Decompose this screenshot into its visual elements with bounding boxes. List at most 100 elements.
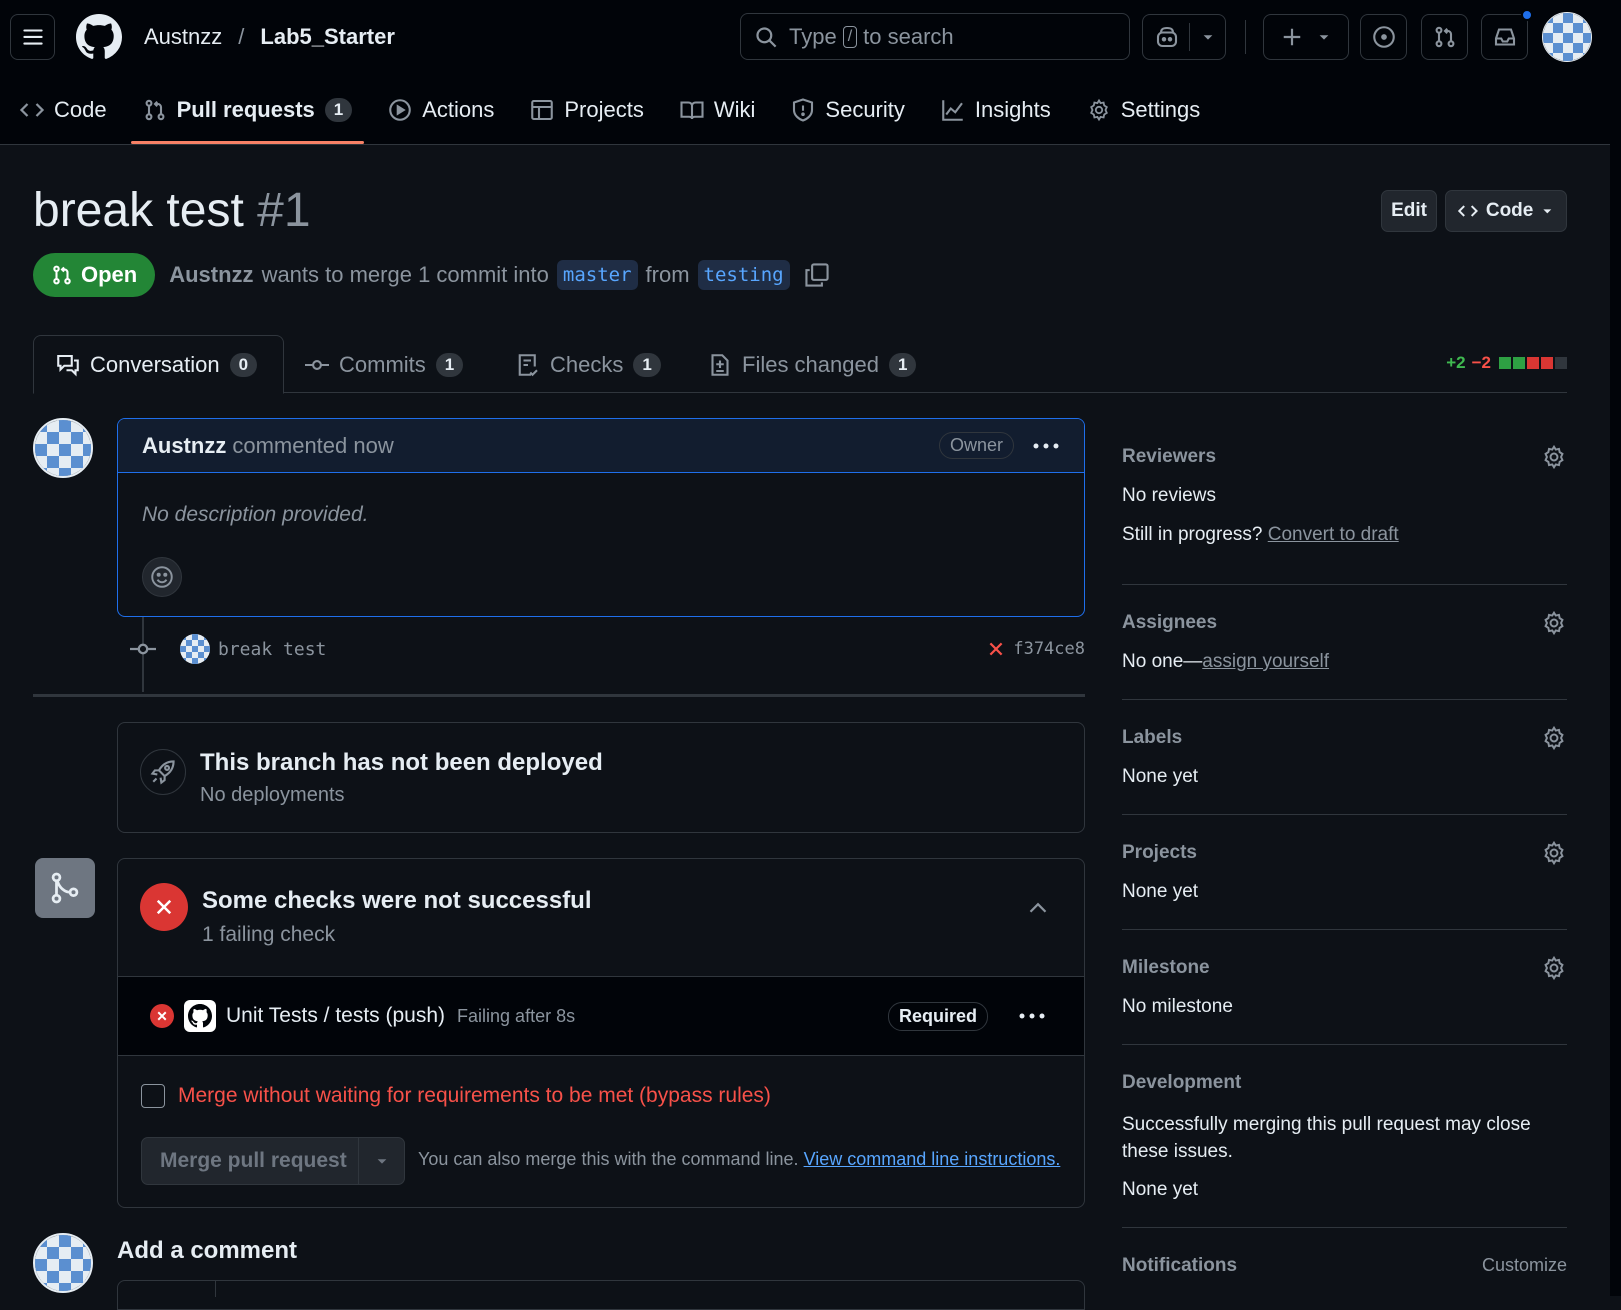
sidebar-notifications: Notifications Customize xyxy=(1122,1228,1567,1288)
tab-files-changed[interactable]: Files changed 1 xyxy=(708,335,917,394)
nav-settings[interactable]: Settings xyxy=(1087,88,1200,132)
bypass-rules-checkbox[interactable] xyxy=(141,1084,165,1108)
create-new-button[interactable] xyxy=(1263,14,1349,60)
edit-button[interactable]: Edit xyxy=(1381,190,1437,232)
tab-commits-count: 1 xyxy=(435,352,464,377)
current-user-avatar[interactable] xyxy=(33,1233,93,1293)
tab-conversation-label: Conversation xyxy=(90,351,220,377)
deployment-title: This branch has not been deployed xyxy=(200,749,603,776)
play-icon xyxy=(389,99,412,121)
nav-insights[interactable]: Insights xyxy=(941,88,1051,132)
pull-request-icon xyxy=(1435,26,1454,48)
chevron-up-icon[interactable] xyxy=(1028,901,1048,915)
gear-icon[interactable] xyxy=(1541,610,1567,636)
pull-requests-button[interactable] xyxy=(1421,14,1468,60)
copy-icon[interactable] xyxy=(804,262,830,288)
comment-editor[interactable] xyxy=(117,1280,1085,1310)
sidebar-labels-title[interactable]: Labels xyxy=(1122,727,1182,749)
merge-method-dropdown[interactable] xyxy=(358,1138,404,1184)
nav-actions[interactable]: Actions xyxy=(388,88,494,132)
nav-pull-requests-count: 1 xyxy=(324,98,353,122)
code-button[interactable]: Code xyxy=(1445,190,1567,232)
add-comment-title: Add a comment xyxy=(117,1237,298,1264)
user-avatar[interactable] xyxy=(1542,12,1592,62)
edit-button-label: Edit xyxy=(1391,200,1427,221)
gear-icon[interactable] xyxy=(1541,955,1567,981)
check-item-name[interactable]: Unit Tests / tests (push) xyxy=(226,1004,445,1028)
sidebar-milestone-title[interactable]: Milestone xyxy=(1122,957,1210,979)
chevron-down-icon xyxy=(1543,209,1552,214)
x-icon[interactable] xyxy=(987,640,1005,658)
tab-conversation[interactable]: Conversation 0 xyxy=(33,335,285,394)
sidebar-assignees: Assignees No one—assign yourself xyxy=(1122,585,1567,700)
inbox-icon xyxy=(1494,28,1515,46)
comment-header: Austnzz commented now Owner xyxy=(118,419,1084,473)
breadcrumb-owner[interactable]: Austnzz xyxy=(144,24,222,50)
comment-author-avatar[interactable] xyxy=(33,418,93,478)
tab-checks[interactable]: Checks 1 xyxy=(516,335,661,394)
github-logo[interactable] xyxy=(76,14,122,60)
commit-row: break test f374ce8 xyxy=(130,634,1085,664)
check-item-status: Failing after 8s xyxy=(457,1005,576,1026)
scrollbar-track[interactable] xyxy=(1610,0,1621,1296)
chevron-down-icon xyxy=(377,1159,386,1164)
merge-button-group: Merge pull request xyxy=(141,1137,405,1185)
inbox-button[interactable] xyxy=(1481,9,1533,60)
diffstat-block xyxy=(1499,357,1511,369)
sidebar-assignees-title[interactable]: Assignees xyxy=(1122,612,1217,634)
breadcrumb-repo[interactable]: Lab5_Starter xyxy=(260,24,395,50)
search-input[interactable]: Type / to search xyxy=(740,13,1130,60)
deployment-subtitle: No deployments xyxy=(200,784,345,806)
assign-yourself-link[interactable]: assign yourself xyxy=(1202,651,1329,672)
gear-icon[interactable] xyxy=(1541,444,1567,470)
sidebar-labels-value: None yet xyxy=(1122,766,1199,787)
sidebar-reviewers-title[interactable]: Reviewers xyxy=(1122,446,1216,468)
nav-security[interactable]: Security xyxy=(791,88,905,132)
nav-pull-requests[interactable]: Pull requests 1 xyxy=(130,88,364,144)
bypass-rules-label[interactable]: Merge without waiting for requirements t… xyxy=(178,1084,771,1108)
check-item[interactable]: Unit Tests / tests (push) Failing after … xyxy=(118,976,1084,1056)
pr-author[interactable]: Austnzz xyxy=(169,262,253,288)
tab-files-changed-count: 1 xyxy=(888,352,917,377)
comment-meta[interactable]: commented now xyxy=(232,433,393,459)
state-badge: Open xyxy=(33,253,156,297)
kebab-horizontal-icon[interactable] xyxy=(1032,441,1060,451)
customize-notifications-link[interactable]: Customize xyxy=(1482,1255,1567,1276)
issues-button[interactable] xyxy=(1360,14,1407,60)
base-branch[interactable]: master xyxy=(556,260,638,290)
add-reaction-button[interactable] xyxy=(142,557,182,597)
diffstat-block xyxy=(1527,357,1539,369)
deployment-icon-wrap xyxy=(140,749,186,795)
merge-pull-request-button[interactable]: Merge pull request xyxy=(142,1149,358,1173)
pr-sidebar: Reviewers No reviews Still in progress? … xyxy=(1122,430,1567,1288)
sidebar-assignees-value: No one— xyxy=(1122,651,1203,672)
nav-code[interactable]: Code xyxy=(20,88,107,132)
sidebar-notifications-title: Notifications xyxy=(1122,1255,1238,1276)
diffstat-block xyxy=(1555,357,1567,369)
gear-icon[interactable] xyxy=(1541,725,1567,751)
commit-message[interactable]: break test xyxy=(218,639,326,660)
sidebar-projects-title[interactable]: Projects xyxy=(1122,842,1197,864)
deployment-panel: This branch has not been deployed No dep… xyxy=(117,722,1085,833)
sidebar-milestone: Milestone No milestone xyxy=(1122,930,1567,1045)
git-merge-icon xyxy=(51,872,79,904)
kebab-horizontal-icon[interactable] xyxy=(1018,1011,1046,1021)
convert-to-draft-link[interactable]: Convert to draft xyxy=(1268,524,1399,545)
nav-wiki[interactable]: Wiki xyxy=(680,88,755,132)
copilot-button[interactable] xyxy=(1142,14,1226,60)
page-title: break test #1 xyxy=(33,183,311,238)
sidebar-draft-row: Still in progress? Convert to draft xyxy=(1122,524,1399,546)
gear-icon[interactable] xyxy=(1541,840,1567,866)
menu-button[interactable] xyxy=(10,14,55,60)
cli-instructions-link[interactable]: View command line instructions. xyxy=(804,1149,1061,1169)
sidebar-development-title[interactable]: Development xyxy=(1122,1072,1241,1094)
head-branch[interactable]: testing xyxy=(697,260,790,290)
identicon xyxy=(35,1235,91,1291)
plus-icon xyxy=(1283,28,1301,46)
comment-author[interactable]: Austnzz xyxy=(142,433,226,459)
tab-commits[interactable]: Commits 1 xyxy=(305,335,464,394)
gear-icon xyxy=(1089,98,1108,122)
commit-author-avatar[interactable] xyxy=(180,634,210,664)
nav-projects[interactable]: Projects xyxy=(530,88,644,132)
commit-sha[interactable]: f374ce8 xyxy=(1013,639,1085,659)
